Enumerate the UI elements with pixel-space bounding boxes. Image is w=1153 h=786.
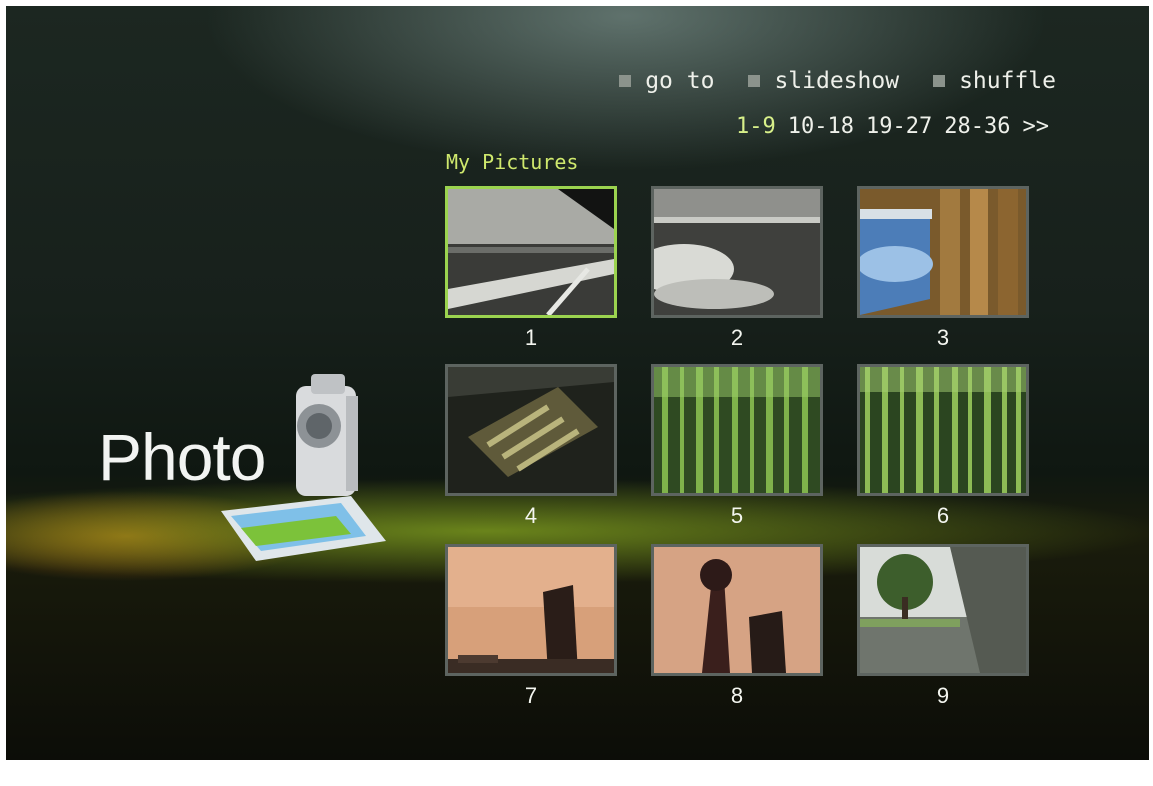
thumbnail-1[interactable] — [445, 186, 617, 318]
thumbnail-number-2: 2 — [730, 325, 744, 350]
section-title: My Pictures — [446, 150, 579, 174]
thumbnail-image-6 — [860, 367, 1026, 493]
thumbnail-4[interactable] — [445, 364, 617, 496]
thumbnail-number-5: 5 — [730, 503, 744, 528]
thumbnail-image-3 — [860, 189, 1026, 315]
page-navigation: 1-9 10-18 19-27 28-36 >> — [736, 114, 1049, 139]
thumbnail-number-7: 7 — [524, 683, 538, 708]
page-range-28-36[interactable]: 28-36 — [944, 114, 1010, 139]
thumbnail-number-6: 6 — [936, 503, 950, 528]
thumbnail-cell: 4 — [445, 364, 617, 529]
thumbnail-cell: 5 — [651, 364, 823, 529]
thumbnail-cell: 6 — [857, 364, 1029, 529]
thumbnail-cell: 3 — [857, 186, 1029, 351]
menu-slideshow-option[interactable]: slideshow — [748, 68, 899, 94]
thumbnail-2[interactable] — [651, 186, 823, 318]
menu-goto-label: go to — [645, 68, 715, 94]
app-label: Photo — [98, 420, 266, 494]
thumbnail-number-9: 9 — [936, 683, 950, 708]
thumbnail-number-4: 4 — [524, 503, 538, 528]
square-bullet-icon — [933, 75, 946, 87]
next-page-button[interactable]: >> — [1023, 114, 1050, 139]
thumbnail-cell: 8 — [651, 544, 823, 709]
thumbnail-image-8 — [654, 547, 820, 673]
thumbnail-number-3: 3 — [936, 325, 950, 350]
square-bullet-icon — [619, 75, 632, 87]
page-range-current[interactable]: 1-9 — [736, 114, 776, 139]
menu-shuffle-option[interactable]: shuffle — [933, 68, 1056, 94]
thumbnail-image-7 — [448, 547, 614, 673]
page-range-10-18[interactable]: 10-18 — [788, 114, 854, 139]
thumbnail-9[interactable] — [857, 544, 1029, 676]
page-range-19-27[interactable]: 19-27 — [866, 114, 932, 139]
thumbnail-image-1 — [448, 189, 614, 315]
thumbnail-cell: 7 — [445, 544, 617, 709]
thumbnail-7[interactable] — [445, 544, 617, 676]
thumbnail-image-5 — [654, 367, 820, 493]
thumbnail-cell: 1 — [445, 186, 617, 351]
menu-slideshow-label: slideshow — [774, 68, 900, 94]
thumbnail-image-9 — [860, 547, 1026, 673]
thumbnail-8[interactable] — [651, 544, 823, 676]
thumbnail-6[interactable] — [857, 364, 1029, 496]
menu-shuffle-label: shuffle — [959, 68, 1056, 94]
menu-goto-option[interactable]: go to — [619, 68, 714, 94]
thumbnail-3[interactable] — [857, 186, 1029, 318]
thumbnail-number-8: 8 — [730, 683, 744, 708]
options-menu: go to slideshow shuffle — [619, 68, 1056, 94]
thumbnail-image-2 — [654, 189, 820, 315]
thumbnail-5[interactable] — [651, 364, 823, 496]
thumbnail-cell: 2 — [651, 186, 823, 351]
square-bullet-icon — [748, 75, 761, 87]
thumbnail-cell: 9 — [857, 544, 1029, 709]
thumbnail-number-1: 1 — [524, 325, 538, 350]
photo-browser-screen: go to slideshow shuffle 1-9 10-18 19-27 … — [6, 6, 1149, 760]
thumbnail-image-4 — [448, 367, 614, 493]
